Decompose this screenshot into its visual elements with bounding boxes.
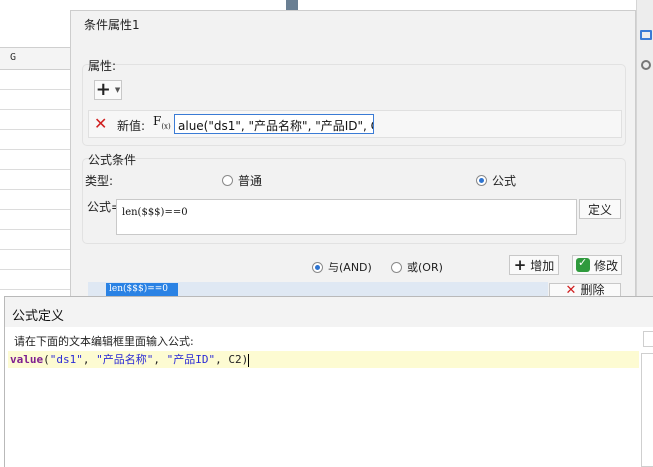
editor-paren-close: ) [241, 353, 249, 366]
editor-paren-open: ( [43, 353, 50, 366]
spreadsheet-grid[interactable] [0, 70, 70, 296]
dialog-title: 条件属性1 [84, 18, 140, 32]
logic-option-or-label: 或(OR) [407, 261, 443, 274]
define-button[interactable]: 定义 [579, 199, 621, 219]
editor-separator: , [215, 353, 229, 366]
text-cursor [248, 353, 250, 367]
new-value-label: 新值: [117, 119, 146, 133]
logic-option-and-label: 与(AND) [328, 261, 372, 274]
type-option-normal[interactable]: 普通 [222, 172, 262, 189]
add-button-label: 增加 [530, 258, 555, 273]
formula-textarea[interactable]: len($$$)==0 [116, 199, 577, 235]
type-label: 类型: [85, 174, 114, 188]
editor-function-token: value [10, 353, 44, 366]
editor-cell-token: C2 [228, 353, 242, 366]
modify-button[interactable]: 修改 [572, 255, 622, 275]
spreadsheet-scroll-marker [286, 0, 298, 10]
radio-formula[interactable] [476, 175, 487, 186]
properties-group-label: 属性: [88, 59, 117, 73]
radio-or[interactable] [391, 261, 402, 273]
right-side-panel [636, 0, 653, 296]
add-button[interactable]: + 增加 [509, 255, 559, 275]
add-property-button[interactable]: + ▼ [94, 80, 122, 100]
condition-attribute-dialog [70, 10, 636, 297]
side-panel-header [643, 331, 653, 347]
formula-fx-icon[interactable]: F(x) [153, 114, 171, 130]
modify-icon [575, 256, 590, 272]
condition-list-item[interactable]: len($$$)==0 [106, 283, 178, 296]
remove-property-icon[interactable]: ✕ [94, 116, 107, 132]
new-value-input[interactable]: alue("ds1", "产品名称", "产品ID", C2) [174, 114, 374, 134]
type-option-formula-label: 公式 [492, 174, 517, 188]
radio-and[interactable] [312, 261, 323, 273]
delete-button[interactable]: ✕ 删除 [549, 283, 621, 297]
editor-string-token: "产品名称" [96, 353, 154, 366]
logic-option-or[interactable]: 或(OR) [391, 259, 443, 275]
editor-string-token: "ds1" [49, 353, 83, 366]
cell-element-icon[interactable] [640, 30, 652, 40]
side-panel-list[interactable] [641, 353, 653, 467]
plus-icon: + [513, 256, 527, 274]
type-option-formula[interactable]: 公式 [476, 172, 516, 189]
fx-sub-label: (x) [161, 122, 171, 131]
spreadsheet-toolbar-area [0, 0, 70, 48]
column-header-label: G [10, 52, 17, 63]
radio-normal[interactable] [222, 175, 233, 186]
plus-icon: + [95, 79, 111, 100]
editor-separator: , [153, 353, 167, 366]
formula-editor[interactable]: value("ds1", "产品名称", "产品ID", C2) [8, 351, 639, 368]
dropdown-arrow-icon: ▼ [114, 86, 121, 94]
type-option-normal-label: 普通 [238, 174, 263, 188]
formula-dialog-titlebar [5, 297, 653, 327]
formula-dialog-title: 公式定义 [12, 309, 65, 324]
editor-string-token: "产品ID" [166, 353, 216, 366]
editor-separator: , [82, 353, 97, 366]
logic-option-and[interactable]: 与(AND) [312, 259, 372, 275]
formula-condition-group-label: 公式条件 [88, 153, 137, 167]
modify-button-label: 修改 [593, 258, 618, 273]
formula-dialog-hint: 请在下面的文本编辑框里面输入公式: [14, 335, 194, 348]
